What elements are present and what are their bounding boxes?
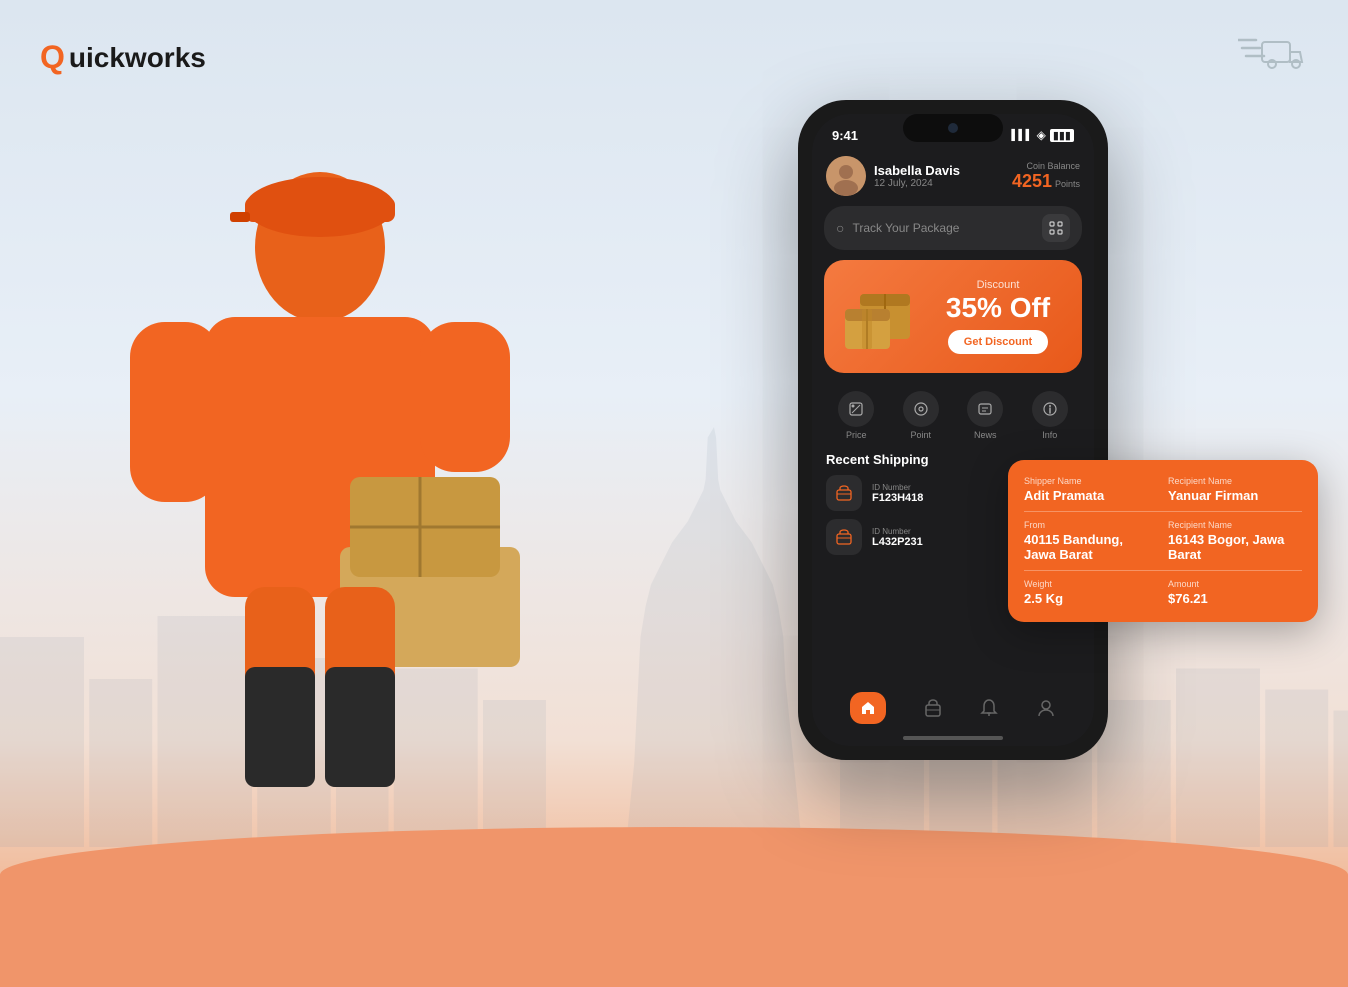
amount-label: Amount — [1168, 579, 1302, 589]
battery-icon: ▮▮▮ — [1050, 129, 1074, 142]
bottom-nav-home[interactable] — [850, 692, 886, 724]
from-label: From — [1024, 520, 1158, 530]
search-icon: ○ — [836, 220, 844, 236]
search-left: ○ Track Your Package — [836, 220, 959, 236]
delivery-person — [50, 87, 610, 987]
home-indicator — [903, 736, 1003, 740]
user-header: Isabella Davis 12 July, 2024 Coin Balanc… — [812, 150, 1094, 206]
discount-label: Discount — [930, 279, 1066, 291]
discount-card: Discount 35% Off Get Discount — [824, 260, 1082, 373]
recipient-address-cell: Recipient Name 16143 Bogor, Jawa Barat — [1168, 520, 1302, 562]
bottom-nav-notifications[interactable] — [979, 698, 999, 718]
nav-point-label: Point — [910, 430, 931, 440]
user-date: 12 July, 2024 — [874, 178, 960, 189]
point-icon — [903, 391, 939, 427]
bottom-nav-profile[interactable] — [1036, 698, 1056, 718]
recipient-name: Yanuar Firman — [1168, 488, 1302, 503]
search-placeholder: Track Your Package — [852, 221, 959, 235]
from-cell: From 40115 Bandung, Jawa Barat — [1024, 520, 1158, 562]
info-grid-3: Weight 2.5 Kg Amount $76.21 — [1024, 579, 1302, 606]
discount-content: Discount 35% Off Get Discount — [930, 279, 1066, 354]
status-time: 9:41 — [832, 128, 858, 143]
shipper-name-label: Shipper Name — [1024, 476, 1158, 486]
nav-info[interactable]: Info — [1032, 391, 1068, 440]
nav-price-label: Price — [846, 430, 867, 440]
signal-icon: ▌▌▌ — [1011, 130, 1032, 141]
recipient-cell: Recipient Name Yanuar Firman — [1168, 476, 1302, 503]
nav-point[interactable]: Point — [903, 391, 939, 440]
from-value: 40115 Bandung, Jawa Barat — [1024, 532, 1158, 562]
coin-unit: Points — [1055, 179, 1080, 189]
header: Q uickworks — [40, 30, 1308, 85]
nav-price[interactable]: Price — [838, 391, 874, 440]
price-icon — [838, 391, 874, 427]
logo-text: uickworks — [69, 42, 206, 74]
divider-2 — [1024, 570, 1302, 571]
nav-news[interactable]: News — [967, 391, 1003, 440]
divider-1 — [1024, 511, 1302, 512]
info-popup-card: Shipper Name Adit Pramata Recipient Name… — [1008, 460, 1318, 622]
nav-news-label: News — [974, 430, 997, 440]
coin-balance: Coin Balance 4251 Points — [1012, 161, 1080, 192]
shipper-cell: Shipper Name Adit Pramata — [1024, 476, 1158, 503]
phone-body: 9:41 ▌▌▌ ◈ ▮▮▮ — [798, 100, 1108, 760]
get-discount-button[interactable]: Get Discount — [948, 330, 1048, 354]
amount-cell: Amount $76.21 — [1168, 579, 1302, 606]
info-icon — [1032, 391, 1068, 427]
info-grid: Shipper Name Adit Pramata Recipient Name… — [1024, 476, 1302, 503]
package-icon-1 — [826, 475, 862, 511]
recipient-address: 16143 Bogor, Jawa Barat — [1168, 532, 1302, 562]
coin-value: 4251 — [1012, 171, 1052, 192]
shipper-name: Adit Pramata — [1024, 488, 1158, 503]
phone-mockup: 9:41 ▌▌▌ ◈ ▮▮▮ — [798, 100, 1108, 760]
weight-value: 2.5 Kg — [1024, 591, 1158, 606]
weight-cell: Weight 2.5 Kg — [1024, 579, 1158, 606]
recipient-address-label: Recipient Name — [1168, 520, 1302, 530]
info-grid-2: From 40115 Bandung, Jawa Barat Recipient… — [1024, 520, 1302, 562]
phone-notch — [903, 114, 1003, 142]
recipient-name-label: Recipient Name — [1168, 476, 1302, 486]
status-icons: ▌▌▌ ◈ ▮▮▮ — [1011, 128, 1074, 142]
search-bar[interactable]: ○ Track Your Package — [824, 206, 1082, 250]
user-name: Isabella Davis — [874, 163, 960, 178]
scan-button[interactable] — [1042, 214, 1070, 242]
front-camera — [948, 123, 958, 133]
quick-nav: Price Point — [812, 383, 1094, 448]
user-info: Isabella Davis 12 July, 2024 — [826, 156, 960, 196]
discount-value: 35% Off — [930, 293, 1066, 324]
bottom-nav-packages[interactable] — [923, 698, 943, 718]
boxes-illustration — [840, 274, 930, 359]
logo: Q uickworks — [40, 39, 206, 76]
logo-q: Q — [40, 39, 65, 76]
delivery-truck-icon — [1238, 30, 1308, 85]
nav-info-label: Info — [1042, 430, 1057, 440]
wifi-icon: ◈ — [1037, 128, 1046, 142]
news-icon — [967, 391, 1003, 427]
bottom-nav — [812, 684, 1094, 732]
avatar — [826, 156, 866, 196]
user-details: Isabella Davis 12 July, 2024 — [874, 163, 960, 189]
phone-screen: 9:41 ▌▌▌ ◈ ▮▮▮ — [812, 114, 1094, 746]
package-icon-2 — [826, 519, 862, 555]
coin-label: Coin Balance — [1012, 161, 1080, 171]
amount-value: $76.21 — [1168, 591, 1302, 606]
weight-label: Weight — [1024, 579, 1158, 589]
